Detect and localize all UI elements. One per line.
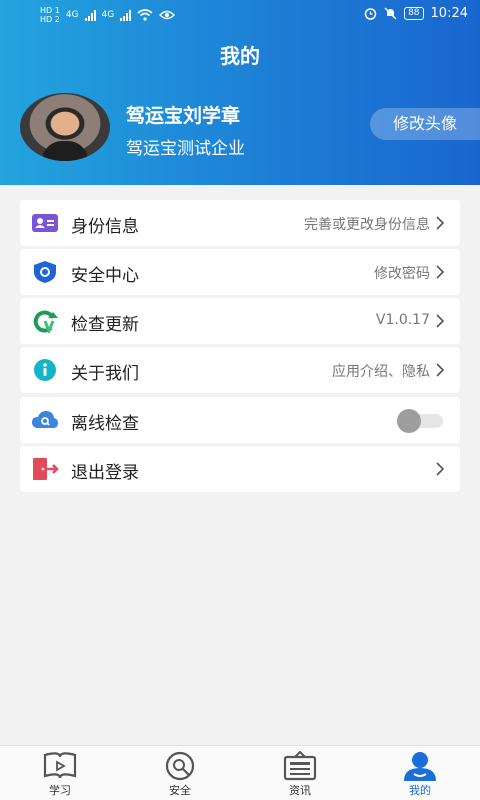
chevron-right-icon [436, 265, 445, 279]
menu-label: 退出登录 [71, 463, 139, 483]
menu-label: 安全中心 [71, 266, 139, 286]
change-avatar-button[interactable]: 修改头像 [370, 108, 480, 140]
news-icon [283, 751, 317, 781]
safety-search-icon [165, 751, 195, 781]
battery-icon: 88 [404, 7, 424, 20]
tab-label: 我的 [409, 784, 431, 797]
wifi-icon [137, 9, 153, 21]
page-title: 我的 [220, 44, 260, 68]
menu-item-check-update[interactable]: 检查更新 V1.0.17 [20, 298, 460, 344]
chevron-right-icon [436, 216, 445, 230]
signal-icon [84, 9, 96, 21]
eye-icon [159, 10, 176, 20]
tab-label: 学习 [49, 784, 71, 797]
user-company: 驾运宝测试企业 [126, 139, 245, 159]
chevron-right-icon [436, 462, 445, 476]
signal-icon [120, 9, 132, 21]
tab-safety[interactable]: 安全 [120, 746, 240, 800]
menu-subtext: V1.0.17 [375, 312, 430, 328]
menu-label: 身份信息 [71, 217, 139, 237]
menu-item-identity[interactable]: 身份信息 完善或更改身份信息 [20, 200, 460, 246]
bottom-tab-bar: 学习 安全 资讯 我的 [0, 745, 480, 800]
menu-item-about[interactable]: 关于我们 应用介绍、隐私 [20, 347, 460, 393]
update-icon [33, 310, 58, 333]
tab-news[interactable]: 资讯 [240, 746, 360, 800]
cloud-search-icon [32, 411, 58, 428]
menu-subtext: 完善或更改身份信息 [304, 217, 430, 233]
shield-icon [34, 261, 56, 283]
menu-label: 检查更新 [71, 315, 139, 335]
tab-mine[interactable]: 我的 [360, 746, 480, 800]
mute-icon [384, 7, 397, 20]
chevron-right-icon [436, 314, 445, 328]
time: 10:24 [430, 6, 468, 21]
user-name: 驾运宝刘学章 [126, 105, 241, 127]
book-play-icon [43, 752, 77, 779]
offline-check-toggle[interactable] [397, 409, 447, 433]
alarm-icon [364, 8, 377, 20]
menu-subtext: 修改密码 [374, 266, 430, 282]
menu-label: 关于我们 [71, 364, 139, 384]
user-icon [404, 752, 436, 781]
tab-study[interactable]: 学习 [0, 746, 120, 800]
avatar[interactable] [20, 93, 110, 161]
menu-item-security[interactable]: 安全中心 修改密码 [20, 249, 460, 295]
profile-header: HD 1 HD 2 4G 4G 88 10:24 我的 驾运宝刘学章 驾运宝测试企… [0, 0, 480, 185]
network-type-2: 4G [101, 10, 115, 20]
menu-item-logout[interactable]: 退出登录 [20, 446, 460, 492]
menu-subtext: 应用介绍、隐私 [332, 364, 430, 380]
tab-label: 资讯 [289, 784, 311, 797]
chevron-right-icon [436, 363, 445, 377]
info-icon [34, 359, 56, 381]
logout-icon [33, 458, 59, 480]
status-bar: HD 1 HD 2 4G 4G 88 10:24 [0, 0, 480, 30]
sim-indicator: HD 1 HD 2 [40, 6, 60, 24]
id-card-icon [32, 214, 58, 232]
network-type-1: 4G [65, 10, 79, 20]
tab-label: 安全 [169, 784, 191, 797]
menu-item-offline-check: 离线检查 [20, 397, 460, 443]
menu-label: 离线检查 [71, 414, 139, 434]
